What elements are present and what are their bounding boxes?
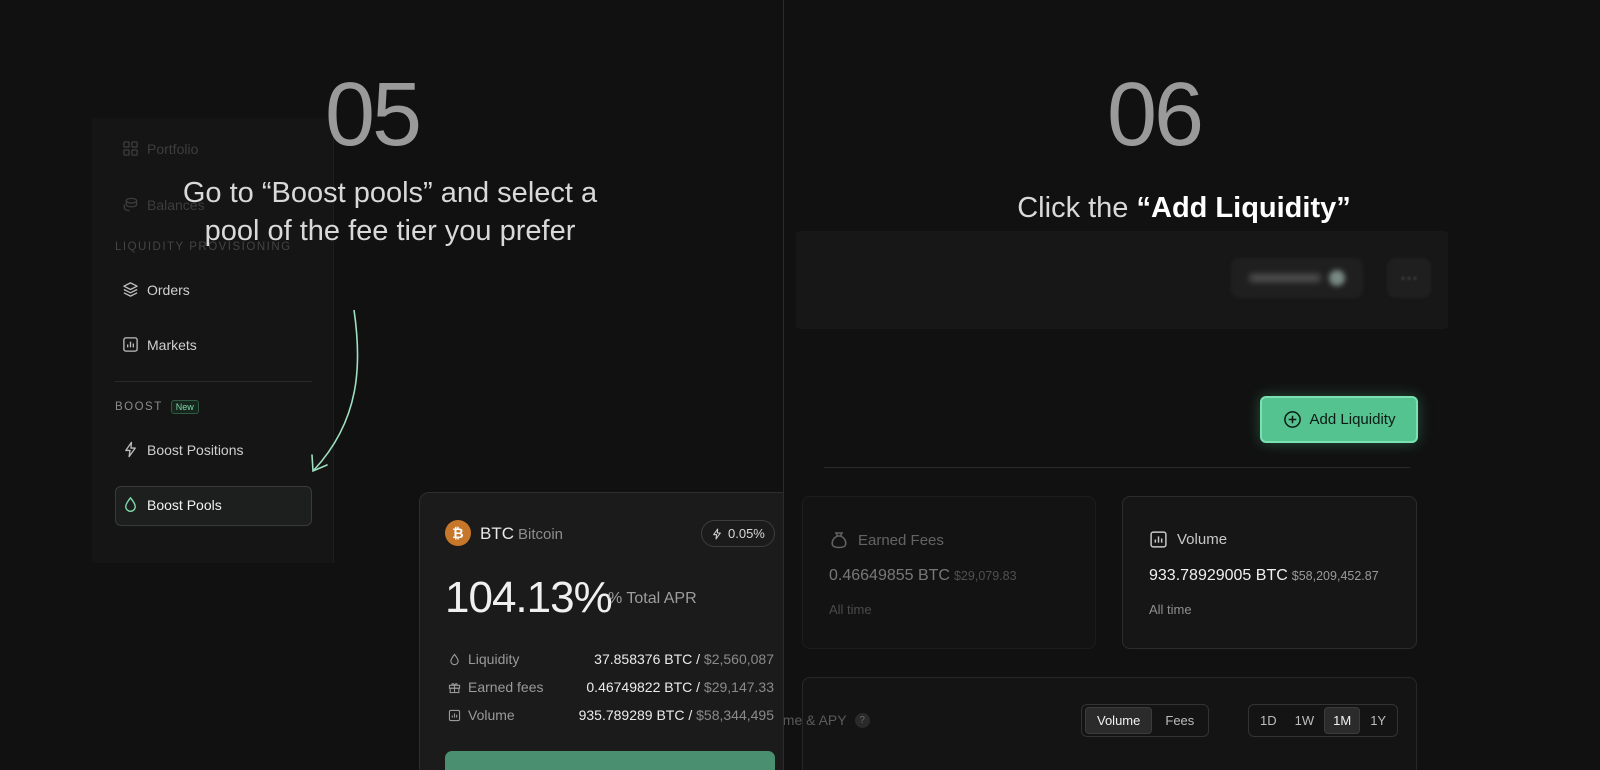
add-liquidity-label: Add Liquidity [1309, 411, 1396, 428]
sidebar-item-boost-positions[interactable]: Boost Positions [122, 441, 244, 458]
card-value-btc: 933.78929005 BTC [1149, 567, 1288, 584]
volume-apy-chart-card: ume & APY ? Volume Fees 1D 1W 1M 1Y [784, 677, 1417, 770]
card-value-btc: 0.46649855 BTC [829, 567, 950, 584]
app-header: ⋯ [796, 231, 1448, 329]
apr-value: 104.13% [445, 573, 613, 622]
more-menu-button[interactable]: ⋯ [1387, 258, 1431, 298]
pool-ticker: BTC [480, 524, 514, 543]
card-value-usd: $58,209,452.87 [1291, 569, 1379, 583]
section-label-boost: BOOST New [115, 400, 199, 414]
card-value: 0.46649855 BTC $29,079.83 [829, 567, 1017, 585]
card-period: All time [1149, 602, 1192, 617]
step-05-panel: Portfolio Balances LIQUIDITY PROVISIONIN… [0, 0, 783, 770]
range-option-1w[interactable]: 1W [1287, 708, 1323, 733]
step-instruction-highlight: “Add Liquidity” [1136, 192, 1351, 224]
bar-chart-icon [123, 337, 138, 352]
fee-tier-value: 0.05% [728, 526, 765, 541]
step-instruction-line2: pool of the fee tier you prefer [204, 215, 576, 247]
new-badge: New [170, 400, 199, 414]
lightning-icon [125, 441, 136, 458]
metric-toggle: Volume Fees [1081, 704, 1210, 737]
sidebar-item-label: Boost Positions [147, 441, 244, 458]
droplet-icon [125, 496, 136, 512]
time-range-toggle: 1D 1W 1M 1Y [1248, 704, 1399, 737]
grid-icon [123, 141, 138, 156]
step-instruction-prefix: Click the [1017, 192, 1129, 224]
pool-card-action-button[interactable] [445, 751, 775, 770]
stat-value: 935.789289 BTC / [578, 707, 693, 723]
step-instruction: Click the “Add Liquidity” [784, 189, 1584, 227]
range-option-1d[interactable]: 1D [1252, 708, 1285, 733]
volume-card: Volume 933.78929005 BTC $58,209,452.87 Al… [1122, 496, 1417, 649]
stat-label-text: Volume [468, 707, 515, 723]
wallet-button[interactable] [1231, 258, 1363, 298]
step-number-text: 05 [325, 65, 422, 165]
section-divider [824, 467, 1410, 468]
bar-chart-icon [448, 709, 461, 721]
apr-label: % Total APR [608, 590, 697, 607]
sidebar-item-orders[interactable]: Orders [122, 281, 190, 298]
add-liquidity-button[interactable]: Add Liquidity [1260, 396, 1418, 443]
card-label: Volume [1177, 531, 1228, 548]
sidebar-item-label: Boost Pools [147, 496, 222, 513]
stat-row-volume: Volume 935.789289 BTC / $58,344,495 [448, 707, 774, 723]
card-header: Volume [1149, 530, 1227, 549]
card-label: Earned Fees [858, 531, 944, 549]
stat-label: Earned fees [448, 679, 586, 695]
stat-usd: $2,560,087 [703, 651, 774, 667]
metric-option-fees[interactable]: Fees [1154, 708, 1205, 733]
bar-chart-icon [1150, 531, 1167, 548]
earned-fees-card: Earned Fees 0.46649855 BTC $29,079.83 All… [802, 496, 1096, 649]
arrow-icon [311, 309, 359, 473]
sidebar-item-label: Portfolio [147, 140, 199, 157]
card-period: All time [829, 602, 872, 617]
metric-option-volume[interactable]: Volume [1085, 707, 1153, 734]
stat-usd: $29,147.33 [703, 679, 774, 695]
plus-circle-icon [1283, 411, 1301, 428]
stat-row-earned-fees: Earned fees 0.46749822 BTC / $29,147.33 [448, 679, 774, 695]
sidebar-item-label: Orders [147, 281, 190, 298]
pool-card[interactable]: ₿ BTC Bitcoin 0.05% 104.13% % Total APR L… [419, 492, 783, 770]
step-instruction: Go to “Boost pools” and select a pool of… [90, 174, 690, 250]
layers-icon [123, 282, 138, 297]
chart-title-text: ume & APY [784, 712, 847, 728]
range-option-1y[interactable]: 1Y [1362, 708, 1394, 733]
stat-label: Liquidity [448, 651, 594, 667]
gift-icon [448, 682, 461, 693]
help-icon[interactable]: ? [854, 712, 870, 728]
step-number-text: 06 [1107, 65, 1204, 165]
btc-coin-icon: ₿ [445, 520, 471, 546]
stat-label-text: Earned fees [468, 679, 544, 695]
chart-title: ume & APY ? [784, 712, 870, 728]
card-header: Earned Fees [829, 530, 944, 550]
avatar [1329, 270, 1345, 286]
pool-asset-name: Bitcoin [518, 526, 564, 543]
stat-row-liquidity: Liquidity 37.858376 BTC / $2,560,087 [448, 651, 774, 667]
sidebar-item-portfolio[interactable]: Portfolio [122, 140, 198, 157]
stat-label-text: Liquidity [468, 651, 520, 667]
section-label-text: BOOST [115, 401, 163, 413]
step-number: 05 [325, 70, 422, 160]
card-value: 933.78929005 BTC $58,209,452.87 [1149, 567, 1379, 585]
stat-value: 37.858376 BTC / [594, 651, 701, 667]
stat-usd: $58,344,495 [696, 707, 774, 723]
wallet-address-blurred [1249, 274, 1321, 282]
range-option-1m[interactable]: 1M [1324, 707, 1361, 734]
sidebar-item-markets[interactable]: Markets [122, 336, 197, 353]
sidebar-divider [115, 381, 312, 382]
lightning-icon [713, 527, 721, 540]
sidebar-item-boost-pools[interactable]: Boost Pools [122, 496, 222, 513]
step-06-panel: ⋯ 06 Click the “Add Liquidity” Add Liqui… [784, 0, 1600, 770]
money-bag-icon [831, 532, 847, 549]
pool-asset: BTC Bitcoin [480, 524, 563, 544]
droplet-icon [450, 653, 459, 665]
step-instruction-line1: Go to “Boost pools” and select a [182, 177, 598, 209]
sidebar-item-label: Markets [147, 336, 197, 353]
fee-tier-badge: 0.05% [701, 520, 775, 547]
step-number: 06 [1107, 70, 1204, 160]
stat-value: 0.46749822 BTC / [586, 679, 701, 695]
stat-label: Volume [448, 707, 579, 723]
card-value-usd: $29,079.83 [953, 569, 1017, 583]
